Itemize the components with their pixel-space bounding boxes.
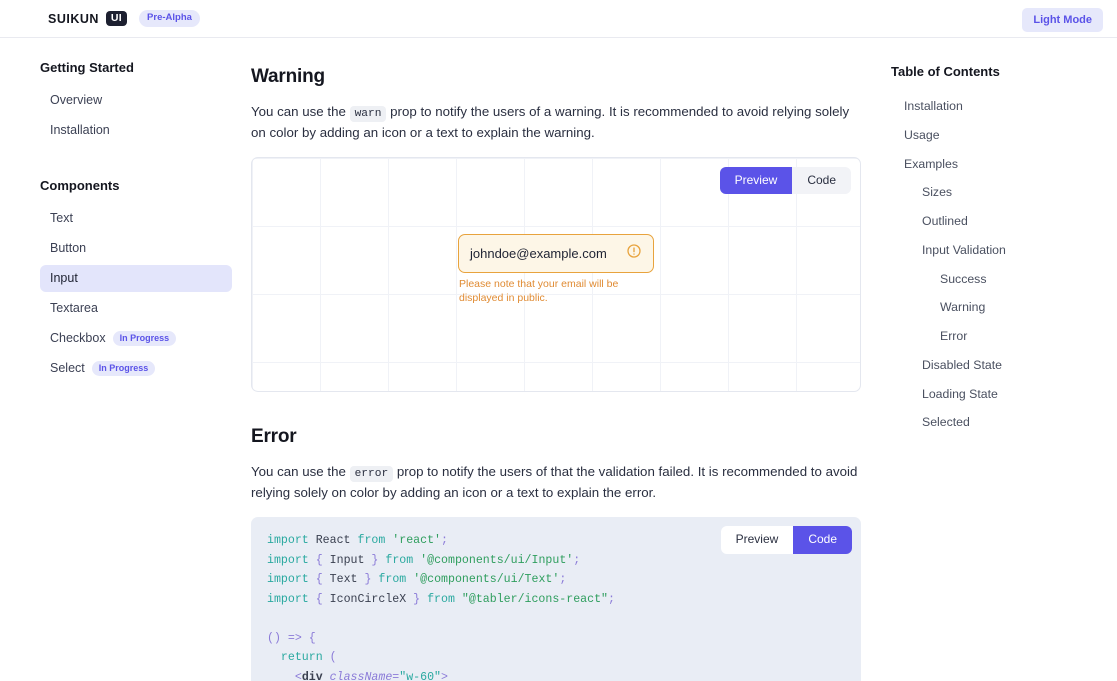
warning-preview-card: Preview Code johndoe@example.com Please … — [251, 157, 861, 393]
toc-item-disabled-state[interactable]: Disabled State — [891, 351, 1101, 380]
code-line: () => { — [267, 631, 316, 645]
sidebar-item-checkbox[interactable]: Checkbox In Progress — [40, 325, 232, 352]
toc-item-warning[interactable]: Warning — [891, 293, 1101, 322]
sidebar-item-label: Button — [50, 241, 87, 255]
in-progress-badge: In Progress — [91, 361, 156, 376]
tab-preview[interactable]: Preview — [720, 526, 794, 554]
toc-item-loading-state[interactable]: Loading State — [891, 380, 1101, 409]
tab-code[interactable]: Code — [792, 167, 851, 195]
error-description-part1: You can use the — [251, 464, 346, 480]
code-line: import React from 'react'; — [267, 534, 448, 548]
sidebar-item-overview[interactable]: Overview — [40, 87, 232, 114]
error-code-block: import React from 'react'; import { Inpu… — [267, 531, 845, 681]
sidebar-item-label: Input — [50, 271, 78, 285]
code-line: <div className="w-60"> — [294, 670, 448, 681]
sidebar-item-installation[interactable]: Installation — [40, 117, 232, 144]
sidebar-item-label: Textarea — [50, 301, 98, 315]
tab-preview[interactable]: Preview — [719, 167, 793, 195]
nav-group-getting-started: Getting Started Overview Installation — [40, 60, 232, 144]
sidebar-item-label: Text — [50, 211, 73, 225]
nav-group-title: Getting Started — [40, 60, 134, 75]
error-code-chip: error — [349, 466, 394, 483]
warning-heading: Warning — [251, 66, 325, 87]
toc-item-sizes[interactable]: Sizes — [891, 178, 1101, 207]
toc-item-success[interactable]: Success — [891, 265, 1101, 294]
warning-tab-group: Preview Code — [719, 167, 851, 195]
brand-name: SUIKUN — [48, 11, 99, 26]
brand-logo[interactable]: SUIKUN UI Pre-Alpha — [48, 10, 200, 27]
in-progress-badge: In Progress — [112, 331, 177, 346]
light-mode-button[interactable]: Light Mode — [1022, 8, 1103, 32]
nav-group-components: Components Text Button Input Textarea Ch… — [40, 178, 232, 382]
alert-circle-icon — [626, 243, 642, 264]
toc-item-installation[interactable]: Installation — [891, 92, 1101, 121]
sidebar-item-select[interactable]: Select In Progress — [40, 355, 232, 382]
error-heading: Error — [251, 426, 297, 448]
sidebar-item-text[interactable]: Text — [40, 205, 232, 232]
code-line: return ( — [280, 651, 337, 665]
sidebar-item-label: Installation — [50, 123, 110, 137]
warning-description-part1: You can use the — [251, 104, 346, 119]
pre-alpha-badge: Pre-Alpha — [139, 10, 200, 27]
code-line: import { Input } from '@components/ui/In… — [267, 553, 581, 567]
toc-item-usage[interactable]: Usage — [891, 121, 1101, 150]
error-tab-group: Preview Code — [720, 526, 852, 554]
email-input-helper-text: Please note that your email will be disp… — [459, 278, 619, 305]
nav-group-title: Components — [40, 178, 120, 193]
toc-item-input-validation[interactable]: Input Validation — [891, 236, 1101, 265]
top-bar: SUIKUN UI Pre-Alpha Light Mode — [0, 0, 1117, 38]
sidebar-item-input[interactable]: Input — [40, 265, 232, 292]
main-content: Warning You can use the warn prop to not… — [245, 38, 875, 681]
toc-title: Table of Contents — [891, 64, 1000, 79]
toc-item-outlined[interactable]: Outlined — [891, 207, 1101, 236]
sidebar-item-label: Select — [50, 361, 85, 375]
email-input-warning[interactable]: johndoe@example.com — [458, 234, 654, 274]
code-line: import { Text } from '@components/ui/Tex… — [267, 573, 567, 587]
sidebar-item-button[interactable]: Button — [40, 235, 232, 262]
page-layout: Getting Started Overview Installation Co… — [0, 38, 1117, 681]
warning-input-demo: johndoe@example.com Please note that you… — [458, 234, 654, 306]
toc-item-error[interactable]: Error — [891, 322, 1101, 351]
error-description: You can use the error prop to notify the… — [251, 462, 861, 503]
sidebar-item-textarea[interactable]: Textarea — [40, 295, 232, 322]
sidebar-item-label: Checkbox — [50, 331, 106, 345]
toc-item-examples[interactable]: Examples — [891, 150, 1101, 179]
sidebar-item-label: Overview — [50, 93, 103, 107]
brand-ui-badge: UI — [105, 10, 128, 27]
tab-code[interactable]: Code — [793, 526, 852, 554]
error-code-card: Preview Code import React from 'react'; … — [251, 517, 861, 681]
warn-code-chip: warn — [349, 106, 387, 122]
table-of-contents: Table of Contents Installation Usage Exa… — [875, 38, 1117, 437]
email-input-value: johndoe@example.com — [470, 245, 607, 261]
sidebar-navigation: Getting Started Overview Installation Co… — [0, 38, 245, 385]
warning-description: You can use the warn prop to notify the … — [251, 102, 861, 143]
code-line: import { IconCircleX } from "@tabler/ico… — [267, 592, 615, 606]
toc-item-selected[interactable]: Selected — [891, 408, 1101, 437]
